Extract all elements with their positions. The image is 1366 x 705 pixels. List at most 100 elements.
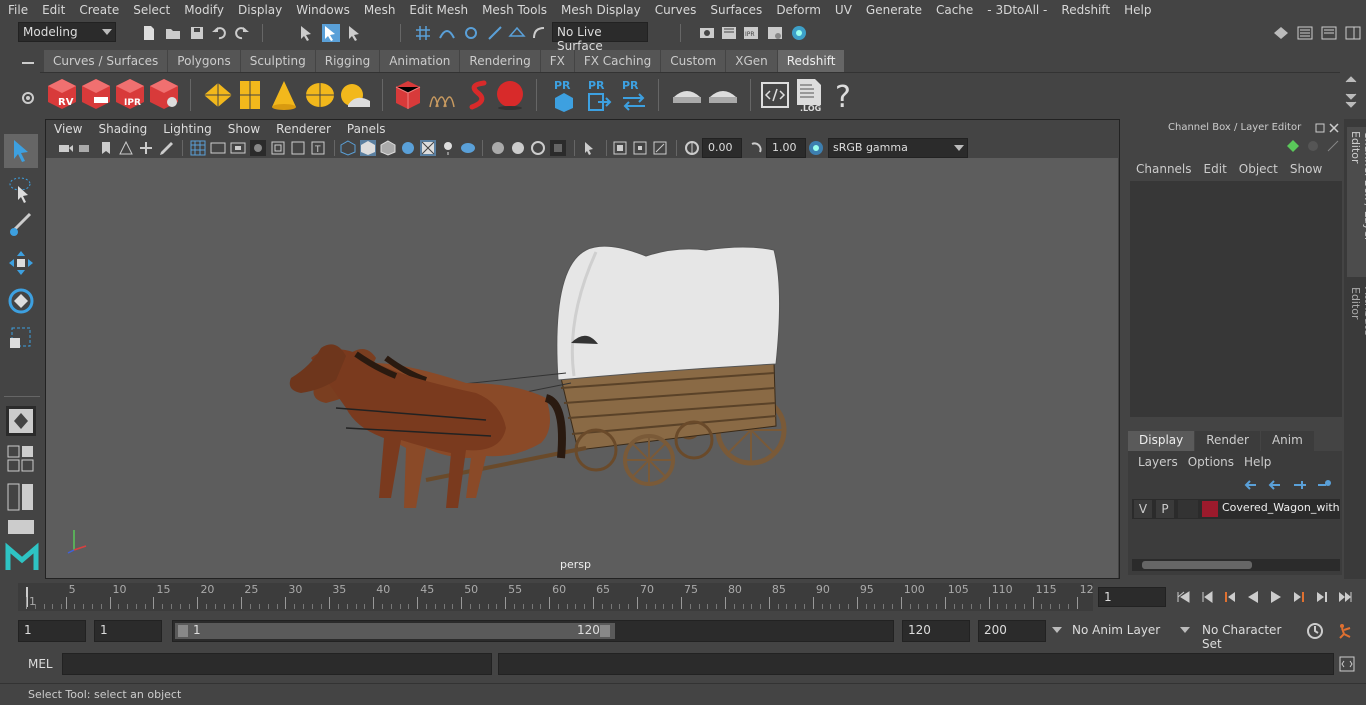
play-backwards-icon[interactable] [1245, 589, 1261, 605]
redshift-sun-sky-icon[interactable] [338, 81, 372, 109]
use-all-lights-icon[interactable] [420, 140, 436, 156]
gate-mask-icon[interactable] [250, 140, 266, 156]
scrollbar-thumb[interactable] [1142, 561, 1252, 569]
snap-point-icon[interactable] [462, 24, 480, 42]
hypershade-icon[interactable] [790, 24, 808, 42]
auto-key-icon[interactable] [1306, 622, 1324, 640]
menu-mesh-tools[interactable]: Mesh Tools [474, 3, 553, 17]
tab-fx-caching[interactable]: FX Caching [574, 50, 661, 72]
xray-icon[interactable] [582, 140, 598, 156]
vp-menu-lighting[interactable]: Lighting [155, 122, 220, 136]
redshift-log-icon[interactable]: .LOG [794, 77, 824, 113]
tab-fx[interactable]: FX [540, 50, 574, 72]
tab-animation[interactable]: Animation [380, 50, 460, 72]
channels-menu[interactable]: Channels [1122, 162, 1202, 176]
channel-box-toggle-icon[interactable] [1344, 24, 1362, 42]
shelf-settings-gear-icon[interactable] [20, 90, 36, 106]
tab-anim[interactable]: Anim [1260, 431, 1314, 451]
menu-create[interactable]: Create [71, 3, 125, 17]
menu-display[interactable]: Display [230, 3, 288, 17]
menu-redshift[interactable]: Redshift [1053, 3, 1116, 17]
redshift-script-editor-icon[interactable] [760, 79, 790, 111]
render-frame-icon[interactable] [720, 24, 738, 42]
tab-xgen[interactable]: XGen [726, 50, 777, 72]
layers-menu[interactable]: Layers [1128, 455, 1186, 469]
redshift-proxy-icon[interactable] [394, 79, 422, 111]
playback-end-field[interactable]: 120 [902, 620, 970, 642]
move-layer-down-icon[interactable] [1268, 477, 1284, 491]
go-to-end-icon[interactable] [1337, 589, 1353, 605]
edit-menu[interactable]: Edit [1202, 162, 1237, 176]
tab-rigging[interactable]: Rigging [315, 50, 380, 72]
animation-preferences-icon[interactable] [1336, 622, 1354, 640]
redshift-render-settings-icon[interactable] [148, 77, 180, 111]
select-tool-icon[interactable] [4, 134, 38, 168]
time-slider[interactable]: 1 5 10 15 20 25 30 35 40 45 50 55 60 65 70 75 80 85 90 95 10… [18, 583, 1094, 611]
exposure-icon[interactable] [684, 140, 700, 156]
step-forward-icon[interactable] [1314, 589, 1330, 605]
tab-redshift[interactable]: Redshift [777, 50, 845, 72]
menu-surfaces[interactable]: Surfaces [702, 3, 768, 17]
bookmark-icon[interactable] [98, 140, 114, 156]
screen-space-ao-icon[interactable] [460, 140, 476, 156]
menu-deform[interactable]: Deform [768, 3, 827, 17]
script-language-label[interactable]: MEL [28, 657, 53, 671]
layer-playback-toggle[interactable]: P [1156, 500, 1174, 518]
channel-box-key-icon[interactable] [1286, 139, 1300, 153]
animation-start-field[interactable]: 1 [18, 620, 86, 642]
frame-selected-icon[interactable] [632, 140, 648, 156]
tab-attribute-editor[interactable]: Attribute Editor [1347, 285, 1366, 369]
show-menu[interactable]: Show [1288, 162, 1332, 176]
character-set-dropdown[interactable]: No Character Set [1180, 620, 1300, 651]
image-plane-icon[interactable] [118, 140, 134, 156]
vp-menu-view[interactable]: View [46, 122, 90, 136]
playback-start-field[interactable]: 1 [94, 620, 162, 642]
layer-visibility-toggle[interactable]: V [1134, 500, 1152, 518]
vp-menu-renderer[interactable]: Renderer [268, 122, 339, 136]
grease-pencil-icon[interactable] [158, 140, 174, 156]
play-forwards-icon[interactable] [1268, 589, 1284, 605]
range-handle-right[interactable] [600, 625, 610, 637]
redshift-pr-export-icon[interactable]: PR [586, 77, 612, 113]
paint-select-tool-icon[interactable] [6, 210, 36, 240]
open-scene-icon[interactable] [164, 24, 182, 42]
current-frame-field[interactable]: 1 [1098, 587, 1166, 607]
snap-view-icon[interactable] [486, 24, 504, 42]
channel-list[interactable] [1130, 181, 1342, 417]
menu-cache[interactable]: Cache [928, 3, 979, 17]
exposure-field[interactable]: 0.00 [702, 138, 742, 158]
redshift-light-rect-icon[interactable] [202, 81, 234, 109]
render-settings-icon[interactable] [766, 24, 784, 42]
tab-polygons[interactable]: Polygons [168, 50, 240, 72]
layout-four-pane-icon[interactable] [6, 444, 36, 474]
menu-mesh[interactable]: Mesh [356, 3, 402, 17]
rotate-tool-icon[interactable] [6, 286, 36, 316]
undo-icon[interactable] [210, 24, 228, 42]
depth-of-field-icon[interactable] [530, 140, 546, 156]
save-scene-icon[interactable] [188, 24, 206, 42]
layer-name[interactable]: Covered_Wagon_with [1222, 501, 1340, 514]
gamma-field[interactable]: 1.00 [766, 138, 806, 158]
redshift-bake-icon[interactable] [670, 81, 704, 109]
resolution-gate-icon[interactable] [230, 140, 246, 156]
tab-sculpting[interactable]: Sculpting [240, 50, 315, 72]
channel-box-hide-icon[interactable] [1306, 139, 1320, 153]
select-camera-icon[interactable] [58, 140, 74, 156]
lasso-tool-icon[interactable] [6, 174, 36, 204]
menu-uv[interactable]: UV [827, 3, 858, 17]
float-panel-icon[interactable] [1315, 123, 1325, 133]
shadows-icon[interactable] [440, 140, 456, 156]
range-slider[interactable]: 1 120 [172, 620, 894, 642]
range-slider-handle[interactable]: 1 120 [175, 623, 615, 639]
2d-pan-zoom-icon[interactable] [138, 140, 154, 156]
menu-generate[interactable]: Generate [858, 3, 928, 17]
step-back-key-icon[interactable] [1222, 589, 1238, 605]
menu-help[interactable]: Help [1116, 3, 1157, 17]
film-gate-icon[interactable] [210, 140, 226, 156]
range-handle-left[interactable] [178, 625, 188, 637]
object-menu[interactable]: Object [1237, 162, 1288, 176]
layer-help-menu[interactable]: Help [1242, 455, 1279, 469]
options-menu[interactable]: Options [1186, 455, 1242, 469]
script-editor-icon[interactable] [1338, 655, 1356, 673]
layer-row[interactable]: V P Covered_Wagon_with [1132, 499, 1340, 519]
